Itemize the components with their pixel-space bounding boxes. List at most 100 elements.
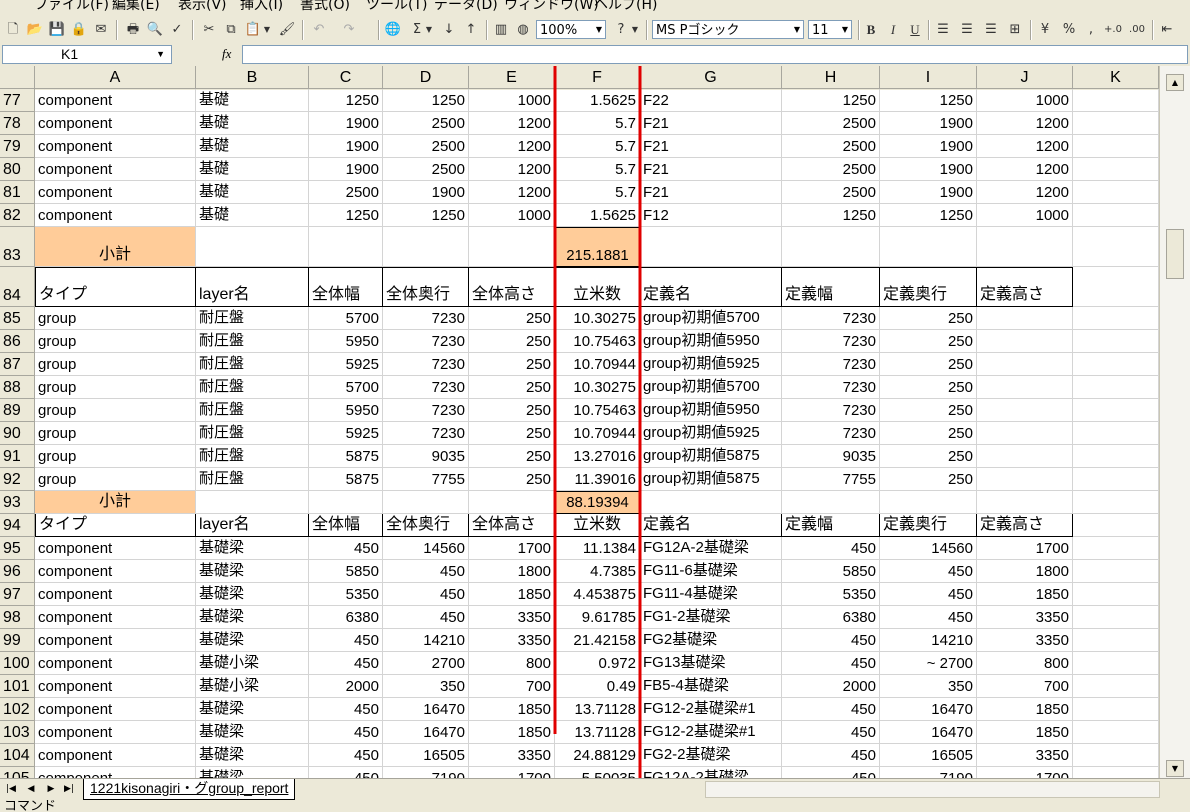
table-cell[interactable]: 1900	[383, 181, 469, 204]
table-cell[interactable]: 5925	[309, 353, 383, 376]
table-cell[interactable]	[1073, 721, 1159, 744]
table-cell[interactable]: 1200	[977, 181, 1073, 204]
table-cell[interactable]: 14210	[880, 629, 977, 652]
table-cell[interactable]: 10.75463	[555, 330, 640, 353]
table-cell[interactable]: 1900	[880, 135, 977, 158]
table-cell[interactable]: 5.7	[555, 135, 640, 158]
grid-cell[interactable]	[469, 491, 555, 514]
table-cell[interactable]: 450	[782, 744, 880, 767]
grid-cell[interactable]	[196, 227, 309, 267]
table-cell[interactable]: 450	[383, 583, 469, 606]
table-cell[interactable]: 3350	[977, 744, 1073, 767]
row-header[interactable]: 97	[0, 583, 35, 606]
scroll-up-icon[interactable]: ▲	[1166, 74, 1184, 91]
table-cell[interactable]: 800	[469, 652, 555, 675]
table-cell[interactable]: 1700	[977, 767, 1073, 778]
table-cell[interactable]	[977, 422, 1073, 445]
table-cell[interactable]: 21.42158	[555, 629, 640, 652]
header-cell[interactable]: 全体高さ	[469, 514, 555, 537]
next-sheet-icon[interactable]: ▶	[44, 782, 58, 796]
column-header[interactable]: G	[640, 66, 782, 89]
italic-button[interactable]: I	[884, 20, 902, 40]
table-cell[interactable]: component	[35, 675, 196, 698]
table-cell[interactable]: 14560	[880, 537, 977, 560]
zoom-select[interactable]: 100% ▼	[536, 20, 606, 39]
table-cell[interactable]	[1073, 181, 1159, 204]
row-header[interactable]: 99	[0, 629, 35, 652]
table-cell[interactable]: 800	[977, 652, 1073, 675]
table-cell[interactable]: 基礎梁	[196, 629, 309, 652]
table-cell[interactable]	[977, 376, 1073, 399]
table-cell[interactable]: 250	[469, 330, 555, 353]
table-cell[interactable]: 1250	[880, 204, 977, 227]
row-header[interactable]: 95	[0, 537, 35, 560]
column-header[interactable]: E	[469, 66, 555, 89]
table-cell[interactable]: 5925	[309, 422, 383, 445]
table-cell[interactable]: group	[35, 422, 196, 445]
copy-icon[interactable]: ⧉	[222, 20, 240, 40]
table-cell[interactable]: 5850	[309, 560, 383, 583]
menu-item[interactable]: ファイル(F)	[34, 0, 109, 12]
table-cell[interactable]: 250	[880, 307, 977, 330]
table-cell[interactable]: 10.75463	[555, 399, 640, 422]
column-header[interactable]: B	[196, 66, 309, 89]
table-cell[interactable]: FG1-2基礎梁	[640, 606, 782, 629]
table-cell[interactable]: 1200	[469, 112, 555, 135]
autosum-dropdown-icon[interactable]: ▼	[424, 20, 434, 40]
table-cell[interactable]: 450	[880, 560, 977, 583]
column-header[interactable]: A	[35, 66, 196, 89]
table-cell[interactable]: 0.972	[555, 652, 640, 675]
merge-center-icon[interactable]: ⊞	[1006, 20, 1024, 40]
table-cell[interactable]: 250	[880, 422, 977, 445]
table-cell[interactable]: 7230	[383, 307, 469, 330]
table-cell[interactable]	[1073, 204, 1159, 227]
scroll-down-icon[interactable]: ▼	[1166, 760, 1184, 777]
table-cell[interactable]: FG12A-2基礎梁	[640, 767, 782, 778]
undo-icon[interactable]: ↶	[310, 20, 328, 40]
table-cell[interactable]: 1700	[977, 537, 1073, 560]
header-cell[interactable]: 立米数	[555, 267, 640, 307]
table-cell[interactable]: 基礎	[196, 181, 309, 204]
table-cell[interactable]: 16470	[383, 698, 469, 721]
table-cell[interactable]: 1250	[309, 204, 383, 227]
cut-icon[interactable]: ✂	[200, 20, 218, 40]
table-cell[interactable]: 16505	[383, 744, 469, 767]
table-cell[interactable]: 1900	[880, 158, 977, 181]
table-cell[interactable]: 450	[309, 652, 383, 675]
table-cell[interactable]: FG12-2基礎梁#1	[640, 721, 782, 744]
table-cell[interactable]: 5875	[309, 468, 383, 491]
table-cell[interactable]: group初期値5875	[640, 468, 782, 491]
vertical-scrollbar[interactable]: ▲ ▼	[1159, 66, 1190, 778]
menu-item[interactable]: 挿入(I)	[240, 0, 283, 12]
table-cell[interactable]: 1200	[977, 135, 1073, 158]
chart-wizard-icon[interactable]: ▥	[492, 20, 510, 40]
permission-icon[interactable]: 🔒	[70, 20, 88, 40]
row-header[interactable]: 89	[0, 399, 35, 422]
header-cell[interactable]: 定義幅	[782, 267, 880, 307]
font-select[interactable]: MS Pゴシック ▼	[652, 20, 804, 39]
grid-cell[interactable]	[196, 491, 309, 514]
table-cell[interactable]: 7755	[782, 468, 880, 491]
table-cell[interactable]: component	[35, 767, 196, 778]
table-cell[interactable]: 450	[782, 698, 880, 721]
sort-descending-icon[interactable]: ↑	[462, 20, 480, 40]
row-header[interactable]: 84	[0, 267, 35, 307]
table-cell[interactable]: 10.30275	[555, 307, 640, 330]
table-cell[interactable]: component	[35, 112, 196, 135]
menu-item[interactable]: ヘルプ(H)	[594, 0, 657, 12]
table-cell[interactable]: component	[35, 652, 196, 675]
table-cell[interactable]: 2500	[383, 158, 469, 181]
table-cell[interactable]: F12	[640, 204, 782, 227]
table-cell[interactable]: group初期値5700	[640, 376, 782, 399]
table-cell[interactable]: 1900	[309, 112, 383, 135]
grid-cell[interactable]	[880, 491, 977, 514]
table-cell[interactable]: 3350	[469, 629, 555, 652]
table-cell[interactable]: 2500	[782, 158, 880, 181]
table-cell[interactable]: F21	[640, 158, 782, 181]
column-header[interactable]: C	[309, 66, 383, 89]
table-cell[interactable]: 2500	[782, 112, 880, 135]
table-cell[interactable]	[1073, 330, 1159, 353]
table-cell[interactable]: 2500	[309, 181, 383, 204]
table-cell[interactable]: 1000	[469, 204, 555, 227]
table-cell[interactable]: 1850	[469, 583, 555, 606]
